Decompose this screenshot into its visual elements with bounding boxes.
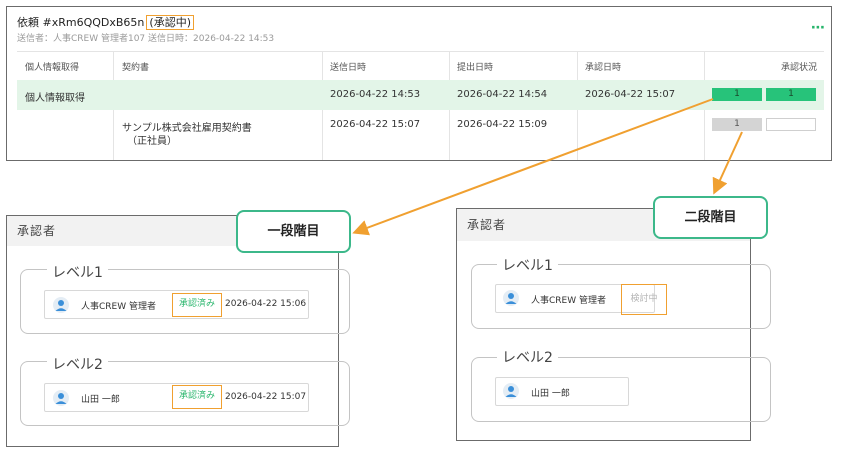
callout-stage1: 一段階目 xyxy=(236,210,351,253)
callout-stage2: 二段階目 xyxy=(653,196,768,239)
arrow-stage2 xyxy=(712,131,743,195)
